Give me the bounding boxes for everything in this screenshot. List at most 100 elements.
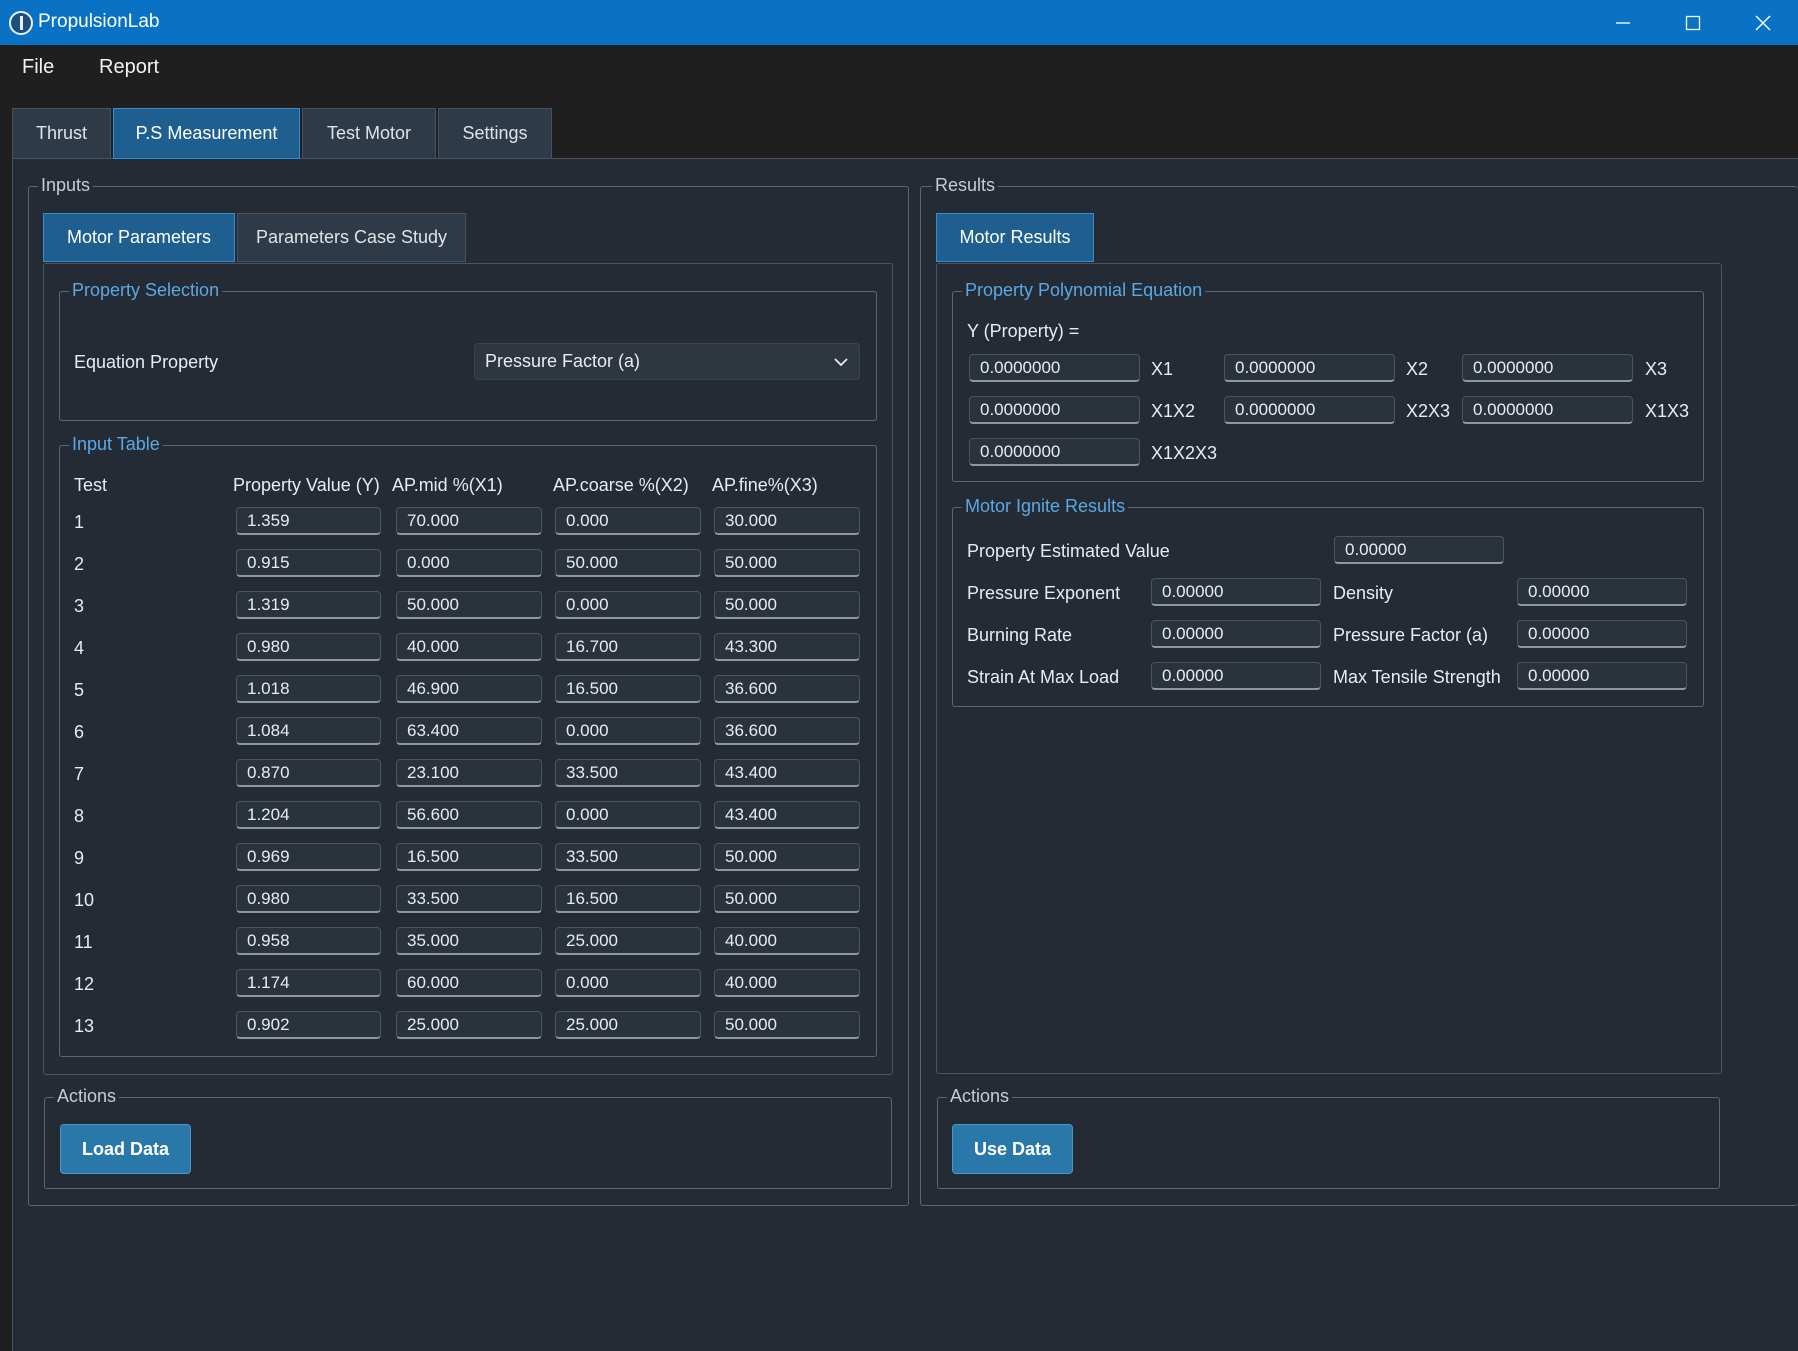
coef-x1x3-label: X1X3 [1645, 401, 1690, 421]
ap-fine-input[interactable]: 40.000 [714, 969, 860, 997]
equation-property-value: Pressure Factor (a) [485, 351, 641, 371]
ap-mid-input[interactable]: 70.000 [396, 507, 542, 535]
pressure-factor-label: Pressure Factor (a) [1333, 625, 1489, 645]
equation-property-dropdown[interactable]: Pressure Factor (a) [474, 343, 860, 380]
ap-mid-input[interactable]: 35.000 [396, 927, 542, 955]
property-value-input[interactable]: 0.980 [236, 885, 381, 913]
menu-report[interactable]: Report [99, 56, 159, 79]
ap-mid-input[interactable]: 56.600 [396, 801, 542, 829]
maximize-button[interactable] [1658, 0, 1728, 45]
ap-mid-input[interactable]: 0.000 [396, 549, 542, 577]
ap-fine-input[interactable]: 50.000 [714, 591, 860, 619]
ap-mid-input[interactable]: 33.500 [396, 885, 542, 913]
property-value-input[interactable]: 1.018 [236, 675, 381, 703]
estimated-value-label: Property Estimated Value [967, 541, 1170, 561]
ap-mid-input[interactable]: 63.400 [396, 717, 542, 745]
ap-coarse-input[interactable]: 0.000 [555, 591, 701, 619]
ap-mid-input[interactable]: 46.900 [396, 675, 542, 703]
ap-coarse-input[interactable]: 50.000 [555, 549, 701, 577]
subtab-motor-results[interactable]: Motor Results [936, 213, 1094, 262]
subtab-motor-parameters[interactable]: Motor Parameters [43, 213, 235, 262]
ap-fine-input[interactable]: 43.300 [714, 633, 860, 661]
property-value-input[interactable]: 1.174 [236, 969, 381, 997]
ap-mid-input[interactable]: 60.000 [396, 969, 542, 997]
ap-coarse-input[interactable]: 0.000 [555, 969, 701, 997]
property-value-input[interactable]: 0.870 [236, 759, 381, 787]
ap-mid-input[interactable]: 40.000 [396, 633, 542, 661]
property-value-input[interactable]: 1.319 [236, 591, 381, 619]
ap-fine-input[interactable]: 36.600 [714, 675, 860, 703]
coef-x1-input[interactable]: 0.0000000 [969, 354, 1140, 382]
coef-x2x3-label: X2X3 [1406, 401, 1451, 421]
menu-file[interactable]: File [22, 56, 54, 79]
motor-ignite-legend: Motor Ignite Results [962, 496, 1129, 517]
tab-ps-measurement[interactable]: P.S Measurement [113, 108, 300, 159]
ap-fine-input[interactable]: 50.000 [714, 1011, 860, 1039]
row-test-number: 5 [74, 680, 85, 700]
header-ap-mid: AP.mid %(X1) [392, 475, 503, 495]
ap-coarse-input[interactable]: 16.500 [555, 885, 701, 913]
ap-fine-input[interactable]: 40.000 [714, 927, 860, 955]
property-value-input[interactable]: 0.902 [236, 1011, 381, 1039]
ap-mid-input[interactable]: 50.000 [396, 591, 542, 619]
property-value-input[interactable]: 1.204 [236, 801, 381, 829]
tab-settings[interactable]: Settings [438, 108, 552, 159]
coef-x2x3-input[interactable]: 0.0000000 [1224, 396, 1395, 424]
property-value-input[interactable]: 0.980 [236, 633, 381, 661]
pressure-factor-field[interactable]: 0.00000 [1517, 620, 1687, 648]
row-test-number: 4 [74, 638, 85, 658]
close-icon [1755, 15, 1771, 30]
property-value-input[interactable]: 1.084 [236, 717, 381, 745]
ap-fine-input[interactable]: 50.000 [714, 549, 860, 577]
ap-fine-input[interactable]: 50.000 [714, 843, 860, 871]
property-value-input[interactable]: 0.915 [236, 549, 381, 577]
ap-mid-input[interactable]: 16.500 [396, 843, 542, 871]
coef-x3-input[interactable]: 0.0000000 [1462, 354, 1633, 382]
tensile-field[interactable]: 0.00000 [1517, 662, 1687, 690]
ap-coarse-input[interactable]: 0.000 [555, 717, 701, 745]
property-value-input[interactable]: 0.969 [236, 843, 381, 871]
subtab-parameters-case-study[interactable]: Parameters Case Study [237, 213, 466, 262]
header-ap-coarse: AP.coarse %(X2) [553, 475, 689, 495]
burning-rate-field[interactable]: 0.00000 [1151, 620, 1321, 648]
ap-coarse-input[interactable]: 33.500 [555, 843, 701, 871]
tab-thrust[interactable]: Thrust [12, 108, 111, 159]
coef-x1x2x3-input[interactable]: 0.0000000 [969, 438, 1140, 466]
row-test-number: 2 [74, 554, 85, 574]
coef-x1x2-label: X1X2 [1151, 401, 1196, 421]
ap-fine-input[interactable]: 36.600 [714, 717, 860, 745]
ap-coarse-input[interactable]: 0.000 [555, 507, 701, 535]
ap-fine-input[interactable]: 30.000 [714, 507, 860, 535]
ap-coarse-input[interactable]: 0.000 [555, 801, 701, 829]
strain-field[interactable]: 0.00000 [1151, 662, 1321, 690]
ap-mid-input[interactable]: 25.000 [396, 1011, 542, 1039]
polynomial-legend: Property Polynomial Equation [962, 280, 1206, 301]
equation-property-label: Equation Property [74, 352, 219, 372]
ap-coarse-input[interactable]: 33.500 [555, 759, 701, 787]
ap-mid-input[interactable]: 23.100 [396, 759, 542, 787]
property-value-input[interactable]: 1.359 [236, 507, 381, 535]
ap-coarse-input[interactable]: 25.000 [555, 1011, 701, 1039]
density-field[interactable]: 0.00000 [1517, 578, 1687, 606]
ap-fine-input[interactable]: 43.400 [714, 801, 860, 829]
ap-fine-input[interactable]: 43.400 [714, 759, 860, 787]
coef-x2-input[interactable]: 0.0000000 [1224, 354, 1395, 382]
row-test-number: 10 [74, 890, 95, 910]
close-button[interactable] [1728, 0, 1798, 45]
ap-coarse-input[interactable]: 16.500 [555, 675, 701, 703]
coef-x1x3-input[interactable]: 0.0000000 [1462, 396, 1633, 424]
estimated-value-field[interactable]: 0.00000 [1334, 536, 1504, 564]
use-data-button[interactable]: Use Data [952, 1124, 1073, 1174]
burning-rate-label: Burning Rate [967, 625, 1073, 645]
ap-coarse-input[interactable]: 16.700 [555, 633, 701, 661]
load-data-button[interactable]: Load Data [60, 1124, 191, 1174]
ap-fine-input[interactable]: 50.000 [714, 885, 860, 913]
coef-x1x2-input[interactable]: 0.0000000 [969, 396, 1140, 424]
strain-label: Strain At Max Load [967, 667, 1120, 687]
property-value-input[interactable]: 0.958 [236, 927, 381, 955]
minimize-button[interactable] [1588, 0, 1658, 45]
pressure-exponent-field[interactable]: 0.00000 [1151, 578, 1321, 606]
tensile-label: Max Tensile Strength [1333, 667, 1501, 687]
tab-test-motor[interactable]: Test Motor [302, 108, 436, 159]
ap-coarse-input[interactable]: 25.000 [555, 927, 701, 955]
